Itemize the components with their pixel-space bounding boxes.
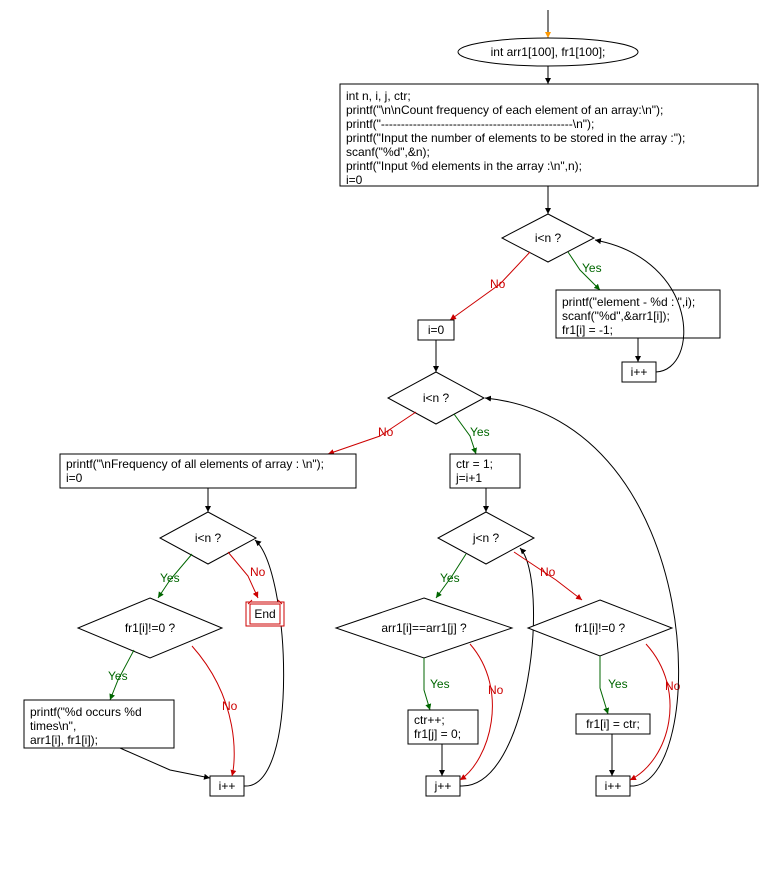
cond2-yes: Yes — [470, 425, 490, 439]
cond1-text: i<n ? — [535, 231, 562, 245]
eq-body-l0: ctr++; — [414, 713, 445, 727]
cond2-text: i<n ? — [423, 391, 450, 405]
cond-fr2-text: fr1[i]!=0 ? — [125, 621, 176, 635]
cond1-no: No — [490, 277, 506, 291]
flowchart-canvas: int arr1[100], fr1[100]; int n, i, j, ct… — [0, 0, 766, 892]
set-ctr-l0: ctr = 1; — [456, 457, 493, 471]
init-l4: scanf("%d",&n); — [346, 145, 430, 159]
end-text: End — [254, 607, 275, 621]
init-l2: printf("--------------------------------… — [346, 117, 594, 131]
cond2-no: No — [378, 425, 394, 439]
cond3-text: i<n ? — [195, 531, 222, 545]
cond-fr2-no: No — [222, 699, 238, 713]
read-l1: scanf("%d",&arr1[i]); — [562, 309, 670, 323]
print-freq-l1: i=0 — [66, 471, 83, 485]
print-freq-l0: printf("\nFrequency of all elements of a… — [66, 457, 324, 471]
cond3-yes: Yes — [160, 571, 180, 585]
cond-fr1-text: fr1[i]!=0 ? — [575, 621, 626, 635]
init-l6: i=0 — [346, 173, 363, 187]
cond1-yes: Yes — [582, 261, 602, 275]
cond-j-yes: Yes — [440, 571, 460, 585]
cond-j-no: No — [540, 565, 556, 579]
cond-fr1-yes: Yes — [608, 677, 628, 691]
cond-eq-yes: Yes — [430, 677, 450, 691]
init-l3: printf("Input the number of elements to … — [346, 131, 685, 145]
init-l1: printf("\n\nCount frequency of each elem… — [346, 103, 663, 117]
print-occ-l1: times\n", — [30, 719, 76, 733]
decl-text: int arr1[100], fr1[100]; — [491, 45, 606, 59]
inc2-text: i++ — [605, 779, 622, 793]
inc-j-text: j++ — [434, 779, 452, 793]
print-occ-l0: printf("%d occurs %d — [30, 705, 142, 719]
init-l0: int n, i, j, ctr; — [346, 89, 411, 103]
cond-eq-text: arr1[i]==arr1[j] ? — [381, 621, 467, 635]
cond-j-text: j<n ? — [472, 531, 500, 545]
inc3-text: i++ — [219, 779, 236, 793]
inc1-text: i++ — [631, 365, 648, 379]
init-l5: printf("Input %d elements in the array :… — [346, 159, 582, 173]
set-ctr-l1: j=i+1 — [455, 471, 482, 485]
reset-i-text: i=0 — [428, 323, 445, 337]
read-l2: fr1[i] = -1; — [562, 323, 613, 337]
cond3-no: No — [250, 565, 266, 579]
read-l0: printf("element - %d : ",i); — [562, 295, 695, 309]
cond-fr2-yes: Yes — [108, 669, 128, 683]
set-fr1-text: fr1[i] = ctr; — [586, 717, 640, 731]
eq-body-l1: fr1[j] = 0; — [414, 727, 461, 741]
cond-eq-no: No — [488, 683, 504, 697]
print-occ-l2: arr1[i], fr1[i]); — [30, 733, 98, 747]
